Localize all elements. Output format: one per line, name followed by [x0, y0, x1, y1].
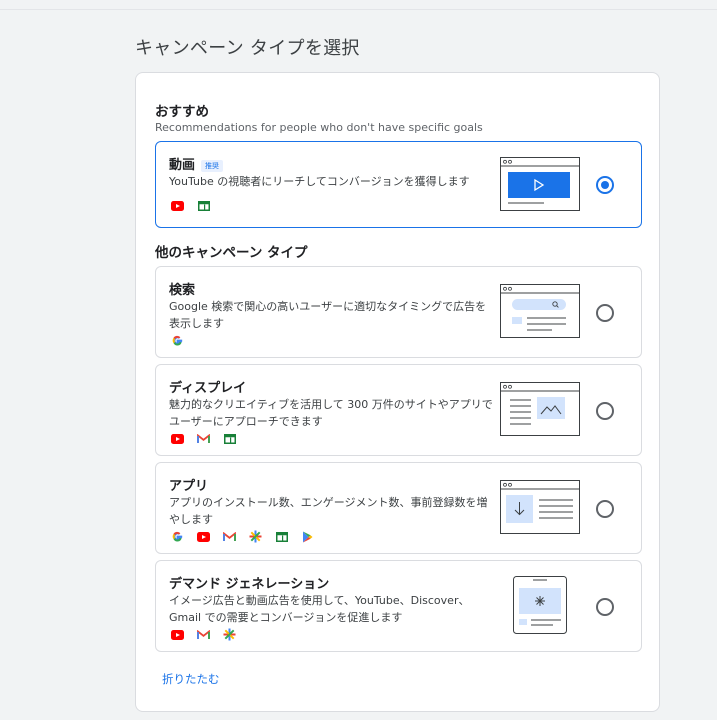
google-icon — [170, 529, 185, 544]
display-icon — [196, 198, 211, 213]
search-illustration — [500, 284, 580, 338]
card-network-icons — [170, 627, 237, 642]
card-title: アプリ — [169, 479, 209, 494]
youtube-icon — [196, 529, 211, 544]
discover-icon — [222, 627, 237, 642]
page-title: キャンペーン タイプを選択 — [135, 38, 360, 59]
card-title: 検索 — [169, 283, 196, 298]
search-radio[interactable] — [596, 304, 614, 322]
video-illustration — [500, 157, 580, 211]
gmail-icon — [196, 627, 211, 642]
campaign-card-display[interactable]: ディスプレイ 魅力的なクリエイティブを活用して 300 万件のサイトやアプリでユ… — [155, 364, 642, 456]
campaign-type-panel: おすすめ Recommendations for people who don'… — [135, 72, 660, 712]
video-radio[interactable] — [596, 176, 614, 194]
recommended-heading: おすすめ — [155, 104, 209, 120]
card-title: デマンド ジェネレーション — [169, 577, 330, 592]
display-illustration — [500, 382, 580, 436]
google-play-icon — [300, 529, 315, 544]
collapse-link[interactable]: 折りたたむ — [162, 671, 220, 687]
card-network-icons — [170, 431, 237, 446]
campaign-card-video[interactable]: 動画 推奨 YouTube の視聴者にリーチしてコンバージョンを獲得します — [155, 141, 642, 228]
youtube-icon — [170, 431, 185, 446]
card-description: アプリのインストール数、エンゲージメント数、事前登録数を増やします — [169, 496, 488, 526]
card-title-text: 動画 — [169, 158, 196, 173]
card-description: YouTube の視聴者にリーチしてコンバージョンを獲得します — [169, 175, 470, 188]
display-icon — [274, 529, 289, 544]
campaign-card-search[interactable]: 検索 Google 検索で関心の高いユーザーに適切なタイミングで広告を表示します — [155, 266, 642, 358]
card-title: 動画 推奨 — [169, 154, 224, 173]
recommended-subheading: Recommendations for people who don't hav… — [155, 121, 483, 134]
campaign-card-demand-gen[interactable]: デマンド ジェネレーション イメージ広告と動画広告を使用して、YouTube、D… — [155, 560, 642, 652]
top-bar — [0, 0, 717, 10]
app-illustration — [500, 480, 580, 534]
display-icon — [222, 431, 237, 446]
app-radio[interactable] — [596, 500, 614, 518]
gmail-icon — [196, 431, 211, 446]
card-description: 魅力的なクリエイティブを活用して 300 万件のサイトやアプリでユーザーにアプロ… — [169, 398, 493, 428]
youtube-icon — [170, 627, 185, 642]
demand-gen-illustration — [513, 576, 567, 634]
campaign-card-app[interactable]: アプリ アプリのインストール数、エンゲージメント数、事前登録数を増やします — [155, 462, 642, 554]
card-network-icons — [170, 333, 185, 348]
demand-gen-radio[interactable] — [596, 598, 614, 616]
recommended-badge: 推奨 — [201, 159, 224, 172]
youtube-icon — [170, 198, 185, 213]
card-title: ディスプレイ — [169, 381, 247, 396]
card-network-icons — [170, 198, 211, 213]
gmail-icon — [222, 529, 237, 544]
card-network-icons — [170, 529, 315, 544]
google-icon — [170, 333, 185, 348]
other-types-heading: 他のキャンペーン タイプ — [155, 245, 308, 261]
card-description: イメージ広告と動画広告を使用して、YouTube、Discover、Gmail … — [169, 594, 470, 624]
card-description: Google 検索で関心の高いユーザーに適切なタイミングで広告を表示します — [169, 300, 487, 330]
discover-icon — [248, 529, 263, 544]
display-radio[interactable] — [596, 402, 614, 420]
